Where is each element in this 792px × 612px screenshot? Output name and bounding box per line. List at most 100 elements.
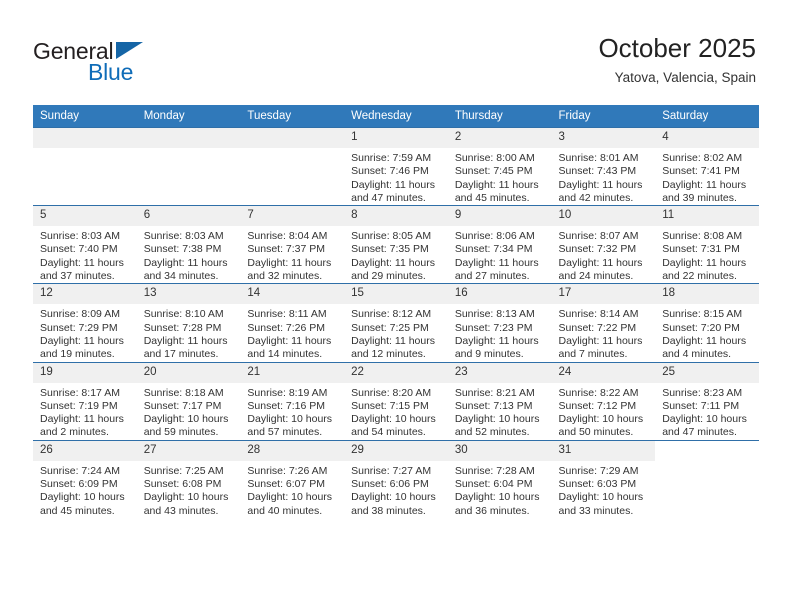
calendar-day-cell[interactable]: 11 Sunrise: 8:08 AM Sunset: 7:31 PM Dayligh… — [655, 205, 759, 284]
calendar-day-cell[interactable]: 20 Sunrise: 8:18 AM Sunset: 7:17 PM Dayligh… — [136, 361, 241, 441]
sunrise-text: Sunrise: 8:06 AM — [454, 230, 535, 243]
daylight-text-line1: Daylight: 10 hours — [143, 413, 229, 426]
general-blue-logo[interactable]: General Blue — [33, 38, 173, 86]
sunrise-text: Sunrise: 7:28 AM — [454, 464, 535, 477]
day-sun-info: Sunrise: 8:03 AM Sunset: 7:38 PM Daylight:… — [137, 226, 241, 283]
calendar-day-cell[interactable]: 6 Sunrise: 8:03 AM Sunset: 7:38 PM Daylight… — [136, 205, 241, 284]
calendar-day-cell[interactable]: 19 Sunrise: 8:17 AM Sunset: 7:19 PM Dayligh… — [33, 361, 137, 441]
calendar-day-cell[interactable]: 9 Sunrise: 8:06 AM Sunset: 7:34 PM Daylight… — [447, 205, 552, 284]
sunrise-text: Sunrise: 8:17 AM — [40, 386, 120, 399]
day-number: 13 — [136, 284, 241, 305]
page-title: October 2025 — [598, 33, 756, 63]
weekday-header-saturday: Saturday — [655, 105, 759, 128]
calendar-day-cell[interactable]: 14 Sunrise: 8:11 AM Sunset: 7:26 PM Dayligh… — [240, 283, 345, 363]
sunset-text: Sunset: 7:31 PM — [662, 243, 740, 256]
day-sun-info: Sunrise: 7:24 AM Sunset: 6:09 PM Daylight:… — [33, 461, 137, 518]
sunrise-text: Sunrise: 7:29 AM — [558, 464, 639, 477]
day-sun-info: Sunrise: 8:22 AM Sunset: 7:12 PM Daylight:… — [552, 383, 656, 440]
calendar-day-cell[interactable]: 15 Sunrise: 8:12 AM Sunset: 7:25 PM Dayligh… — [344, 283, 448, 363]
sunset-text: Sunset: 7:46 PM — [351, 165, 429, 178]
calendar-day-cell[interactable]: 3 Sunrise: 8:01 AM Sunset: 7:43 PM Daylight… — [551, 126, 656, 206]
weekday-header-thursday: Thursday — [447, 105, 552, 128]
daylight-text-line2: and 17 minutes. — [143, 348, 219, 361]
daylight-text-line2: and 4 minutes. — [662, 348, 732, 361]
day-number: 27 — [136, 440, 241, 461]
calendar-day-cell[interactable]: 13 Sunrise: 8:10 AM Sunset: 7:28 PM Dayligh… — [136, 283, 241, 363]
sunrise-text: Sunrise: 8:02 AM — [662, 152, 743, 164]
calendar-day-cell[interactable]: 4 Sunrise: 8:02 AM Sunset: 7:41 PM Daylight… — [655, 126, 759, 206]
day-sun-info: Sunrise: 8:11 AM Sunset: 7:26 PM Daylight:… — [240, 304, 344, 361]
daylight-text-line2: and 19 minutes. — [40, 348, 115, 361]
calendar-day-cell[interactable]: 30 Sunrise: 7:28 AM Sunset: 6:04 PM Dayligh… — [447, 439, 552, 518]
daylight-text-line1: Daylight: 10 hours — [143, 491, 229, 504]
weekday-header-sunday: Sunday — [33, 105, 137, 128]
calendar-day-cell[interactable]: 10 Sunrise: 8:07 AM Sunset: 7:32 PM Dayligh… — [551, 205, 656, 284]
daylight-text-line1: Daylight: 11 hours — [40, 413, 124, 426]
sunrise-text: Sunrise: 7:59 AM — [351, 152, 432, 164]
daylight-text-line2: and 36 minutes. — [454, 504, 530, 517]
day-number: 21 — [240, 362, 345, 383]
calendar-day-cell[interactable]: 23 Sunrise: 8:21 AM Sunset: 7:13 PM Dayligh… — [447, 361, 552, 441]
daylight-text-line2: and 27 minutes. — [454, 270, 530, 283]
sunrise-text: Sunrise: 8:04 AM — [247, 230, 328, 243]
day-sun-info: Sunrise: 8:13 AM Sunset: 7:23 PM Daylight:… — [448, 304, 552, 361]
calendar-day-cell[interactable]: 28 Sunrise: 7:26 AM Sunset: 6:07 PM Dayligh… — [240, 439, 345, 518]
calendar-day-cell[interactable]: 1 Sunrise: 7:59 AM Sunset: 7:46 PM Daylight… — [344, 126, 448, 206]
daylight-text-line2: and 14 minutes. — [247, 348, 323, 361]
calendar-day-cell[interactable]: 21 Sunrise: 8:19 AM Sunset: 7:16 PM Dayligh… — [240, 361, 345, 441]
calendar-day-cell[interactable]: 8 Sunrise: 8:05 AM Sunset: 7:35 PM Daylight… — [344, 205, 448, 284]
daylight-text-line2: and 34 minutes. — [143, 270, 219, 283]
day-number: 15 — [344, 284, 448, 305]
daylight-text-line2: and 24 minutes. — [558, 270, 634, 283]
day-number: 17 — [551, 284, 656, 305]
calendar-day-cell[interactable]: 17 Sunrise: 8:14 AM Sunset: 7:22 PM Dayligh… — [551, 283, 656, 363]
daylight-text-line1: Daylight: 11 hours — [662, 334, 747, 347]
day-sun-info: Sunrise: 7:27 AM Sunset: 6:06 PM Daylight:… — [344, 461, 448, 518]
daylight-text-line2: and 7 minutes. — [558, 348, 628, 361]
weekday-header-friday: Friday — [551, 105, 656, 128]
sunrise-text: Sunrise: 8:03 AM — [143, 230, 224, 243]
calendar-day-cell[interactable]: 7 Sunrise: 8:04 AM Sunset: 7:37 PM Daylight… — [240, 205, 345, 284]
calendar-grid: Sunday Monday Tuesday Wednesday Thursday… — [33, 105, 759, 518]
sunset-text: Sunset: 7:22 PM — [558, 321, 637, 334]
calendar-day-cell[interactable]: 22 Sunrise: 8:20 AM Sunset: 7:15 PM Dayligh… — [344, 361, 448, 441]
sunset-text: Sunset: 7:29 PM — [40, 321, 118, 334]
daylight-text-line1: Daylight: 11 hours — [247, 334, 332, 347]
daylight-text-line1: Daylight: 10 hours — [247, 491, 333, 504]
day-number: 31 — [551, 440, 656, 461]
daylight-text-line2: and 2 minutes. — [40, 426, 109, 439]
day-number: 1 — [344, 128, 448, 148]
sunrise-text: Sunrise: 8:12 AM — [351, 308, 432, 321]
sunrise-text: Sunrise: 8:21 AM — [454, 386, 535, 399]
calendar-day-cell[interactable]: 2 Sunrise: 8:00 AM Sunset: 7:45 PM Daylight… — [447, 126, 552, 206]
calendar-day-cell[interactable]: 25 Sunrise: 8:23 AM Sunset: 7:11 PM Dayligh… — [655, 361, 759, 441]
calendar-day-cell[interactable]: 29 Sunrise: 7:27 AM Sunset: 6:06 PM Dayligh… — [344, 439, 448, 518]
daylight-text-line1: Daylight: 11 hours — [351, 256, 435, 269]
calendar-day-cell[interactable]: 18 Sunrise: 8:15 AM Sunset: 7:20 PM Dayligh… — [655, 283, 759, 363]
calendar-day-cell[interactable]: 5 Sunrise: 8:03 AM Sunset: 7:40 PM Daylight… — [33, 205, 137, 284]
sunset-text: Sunset: 7:12 PM — [558, 399, 637, 412]
calendar-cell-blank — [655, 439, 759, 518]
calendar-day-cell[interactable]: 24 Sunrise: 8:22 AM Sunset: 7:12 PM Dayligh… — [551, 361, 656, 441]
daylight-text-line2: and 38 minutes. — [351, 504, 426, 517]
sunrise-text: Sunrise: 7:27 AM — [351, 464, 432, 477]
day-number: 12 — [33, 284, 137, 305]
calendar-day-cell[interactable]: 16 Sunrise: 8:13 AM Sunset: 7:23 PM Dayligh… — [447, 283, 552, 363]
calendar-day-cell[interactable]: 12 Sunrise: 8:09 AM Sunset: 7:29 PM Dayligh… — [33, 283, 137, 363]
sunset-text: Sunset: 7:28 PM — [143, 321, 222, 334]
sunrise-text: Sunrise: 8:03 AM — [40, 230, 120, 243]
daylight-text-line1: Daylight: 11 hours — [662, 256, 747, 269]
daylight-text-line2: and 47 minutes. — [351, 191, 426, 204]
daylight-text-line2: and 42 minutes. — [558, 191, 634, 204]
daylight-text-line2: and 45 minutes. — [454, 191, 530, 204]
sunrise-text: Sunrise: 8:13 AM — [454, 308, 535, 321]
daylight-text-line1: Daylight: 10 hours — [351, 413, 436, 426]
calendar-day-cell[interactable]: 27 Sunrise: 7:25 AM Sunset: 6:08 PM Dayligh… — [136, 439, 241, 518]
daylight-text-line2: and 59 minutes. — [143, 426, 219, 439]
day-sun-info: Sunrise: 8:09 AM Sunset: 7:29 PM Daylight:… — [33, 304, 137, 361]
calendar-day-cell[interactable]: 31 Sunrise: 7:29 AM Sunset: 6:03 PM Dayligh… — [551, 439, 656, 518]
calendar-week-row: 26 Sunrise: 7:24 AM Sunset: 6:09 PM Dayligh… — [33, 439, 759, 518]
calendar-day-cell[interactable]: 26 Sunrise: 7:24 AM Sunset: 6:09 PM Dayligh… — [33, 439, 137, 518]
day-sun-info: Sunrise: 8:02 AM Sunset: 7:41 PM Daylight:… — [655, 148, 759, 205]
calendar-week-row: 1 Sunrise: 7:59 AM Sunset: 7:46 PM Daylight… — [33, 126, 759, 206]
